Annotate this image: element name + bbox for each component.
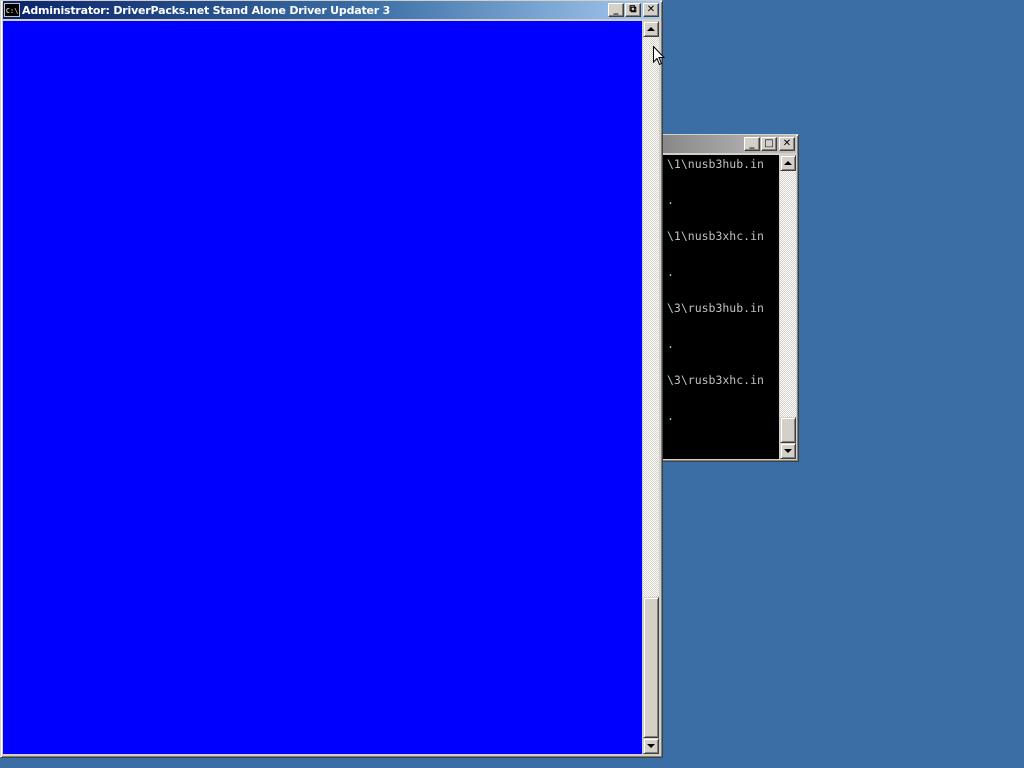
console-line: \1\nusb3xhc.in	[667, 229, 764, 243]
main-scroll-thumb[interactable]	[643, 597, 659, 738]
minimize-icon[interactable]: _	[744, 137, 760, 151]
console-scroll-track[interactable]	[780, 171, 796, 443]
minimize-icon[interactable]: _	[608, 3, 624, 17]
console-client-area[interactable]	[3, 21, 642, 754]
console-app-icon[interactable]: C:\	[4, 3, 20, 17]
console-titlebar[interactable]: _ □ ✕	[643, 135, 796, 153]
scroll-down-arrow-icon[interactable]	[643, 738, 659, 754]
desktop: _ □ ✕ \1\nusb3hub.in . \1\nusb3xhc.in . …	[0, 0, 1024, 768]
console-line: .	[667, 337, 674, 351]
main-vertical-scrollbar[interactable]	[643, 21, 659, 754]
window-title: Administrator: DriverPacks.net Stand Alo…	[22, 3, 391, 17]
console-line: \3\rusb3xhc.in	[667, 373, 764, 387]
console-line: .	[667, 409, 674, 423]
main-titlebar[interactable]: C:\ Administrator: DriverPacks.net Stand…	[3, 1, 660, 19]
scroll-up-arrow-icon[interactable]	[780, 155, 796, 171]
restore-icon[interactable]: ⧉	[625, 3, 641, 17]
console-window[interactable]: _ □ ✕ \1\nusb3hub.in . \1\nusb3xhc.in . …	[640, 134, 799, 462]
scroll-up-arrow-icon[interactable]	[643, 21, 659, 37]
console-output[interactable]: \1\nusb3hub.in . \1\nusb3xhc.in . \3\rus…	[643, 155, 779, 459]
console-line: \3\rusb3hub.in	[667, 301, 764, 315]
scroll-down-arrow-icon[interactable]	[780, 443, 796, 459]
maximize-icon[interactable]: □	[761, 137, 777, 151]
close-icon[interactable]: ✕	[643, 3, 659, 17]
console-line: \1\nusb3hub.in	[667, 157, 764, 171]
console-scroll-thumb[interactable]	[780, 417, 796, 443]
console-line: .	[667, 265, 674, 279]
close-icon[interactable]: ✕	[779, 137, 795, 151]
console-vertical-scrollbar[interactable]	[780, 155, 796, 459]
console-line: .	[667, 193, 674, 207]
main-window[interactable]: C:\ Administrator: DriverPacks.net Stand…	[0, 0, 663, 758]
